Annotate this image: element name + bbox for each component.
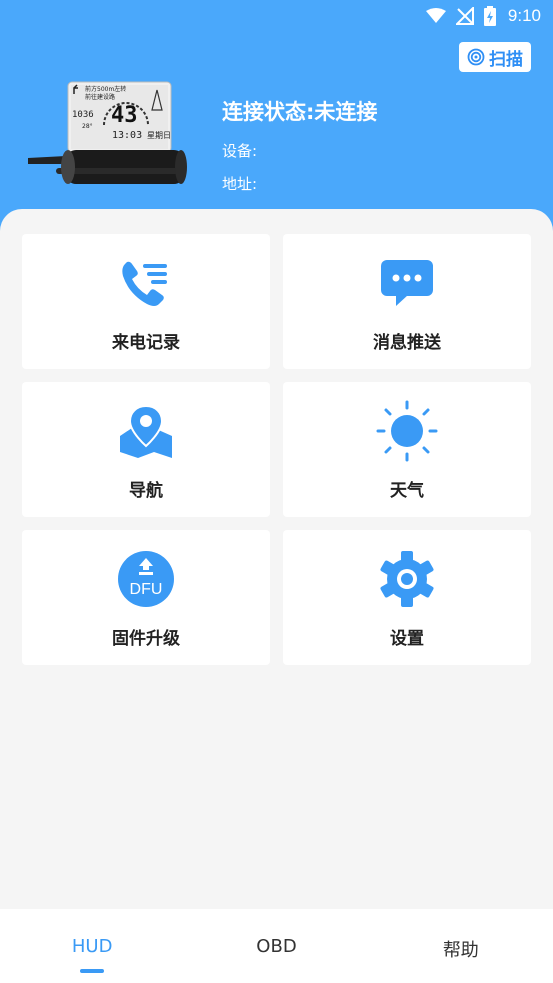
sun-icon [376,400,438,462]
tab-help[interactable]: 帮助 [369,909,553,983]
settings-card[interactable]: 设置 [283,530,531,665]
call-log-card[interactable]: 来电记录 [22,234,270,369]
scan-icon [467,48,485,66]
dfu-upgrade-icon: DFU [118,551,174,607]
device-screen-speed: 43 [111,103,138,128]
tab-obd[interactable]: OBD [184,909,368,983]
settings-label: 设置 [390,629,424,649]
navigation-card[interactable]: 导航 [22,382,270,517]
bottom-nav: HUD OBD 帮助 [0,909,553,983]
active-tab-indicator [80,969,104,973]
connection-status: 连接状态:未连接 [222,100,378,124]
header-banner: 9:10 扫描 前方500m左转 前往建设路 1036 28° 43 13:03… [0,0,553,240]
device-screen-temp: 28° [82,123,93,130]
status-time: 9:10 [507,6,541,25]
device-screen-line1: 前方500m左转 [85,85,126,93]
tab-obd-label: OBD [256,936,297,957]
scan-label: 扫描 [489,49,523,70]
firmware-upgrade-card[interactable]: DFU 固件升级 [22,530,270,665]
address-label: 地址: [222,175,258,193]
weather-card[interactable]: 天气 [283,382,531,517]
device-screen-trip: 1036 [72,110,94,120]
gear-icon [380,551,434,607]
map-pin-icon [120,406,172,458]
navigation-label: 导航 [129,481,163,501]
dfu-icon-text: DFU [130,581,163,598]
wifi-icon [425,8,446,23]
device-screen-weekday: 星期日 [147,131,171,140]
device-screen-line2: 前往建设路 [85,93,115,101]
connection-info: 连接状态:未连接 设备: 地址: [222,96,377,206]
scan-button[interactable]: 扫描 [459,42,531,72]
phone-list-icon [122,261,167,306]
battery-charging-icon [483,6,496,26]
no-signal-icon [455,7,474,25]
firmware-upgrade-label: 固件升级 [112,629,180,649]
tab-help-label: 帮助 [442,940,479,961]
hud-device-image: 前方500m左转 前往建设路 1036 28° 43 13:03 星期日 [28,81,187,184]
device-screen-clock: 13:03 [112,130,142,141]
main-content: 来电记录 消息推送 导航 天气 DFU 固件升级 设置 [0,209,553,909]
message-push-label: 消息推送 [373,333,441,353]
call-log-label: 来电记录 [112,333,180,353]
message-bubble-icon [381,260,433,306]
weather-label: 天气 [390,481,424,501]
tab-hud[interactable]: HUD [0,909,184,983]
device-label: 设备: [222,142,258,160]
tab-hud-label: HUD [71,936,113,957]
message-push-card[interactable]: 消息推送 [283,234,531,369]
status-bar: 9:10 [0,0,553,32]
